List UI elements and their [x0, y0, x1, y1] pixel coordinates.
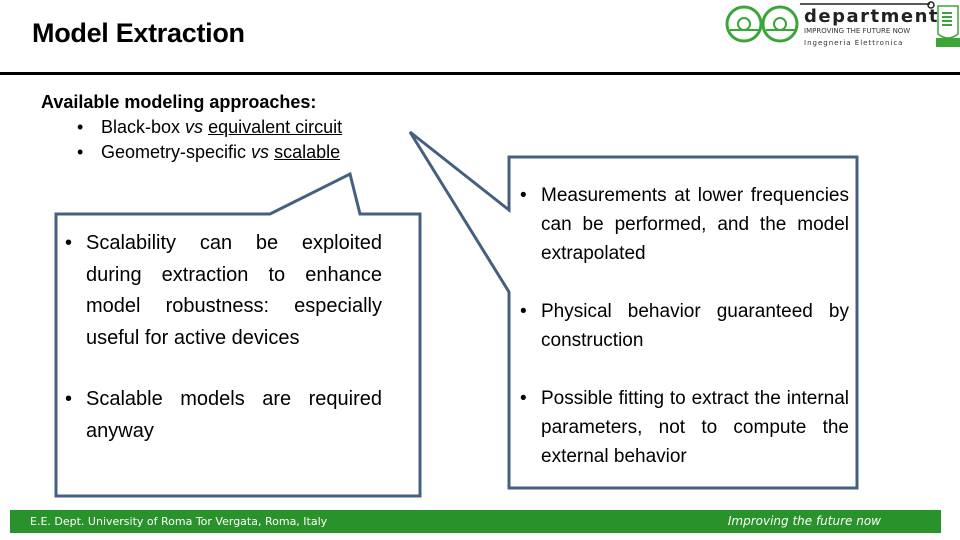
right-callout-bullet: Possible fitting to extract the internal… — [517, 384, 849, 471]
right-callout: Measurements at lower frequencies can be… — [517, 181, 849, 471]
right-callout-bullet: Measurements at lower frequencies can be… — [517, 181, 849, 268]
right-callout-bullet: Physical behavior guaranteed by construc… — [517, 297, 849, 355]
footer-slogan: Improving the future now — [727, 514, 881, 528]
left-callout-bullet: Scalability can be exploited during extr… — [62, 228, 382, 354]
footer-affiliation: E.E. Dept. University of Roma Tor Vergat… — [30, 515, 328, 528]
footer-bar: E.E. Dept. University of Roma Tor Vergat… — [10, 510, 941, 533]
left-callout: Scalability can be exploited during extr… — [62, 228, 382, 447]
left-callout-bullet: Scalable models are required anyway — [62, 384, 382, 447]
